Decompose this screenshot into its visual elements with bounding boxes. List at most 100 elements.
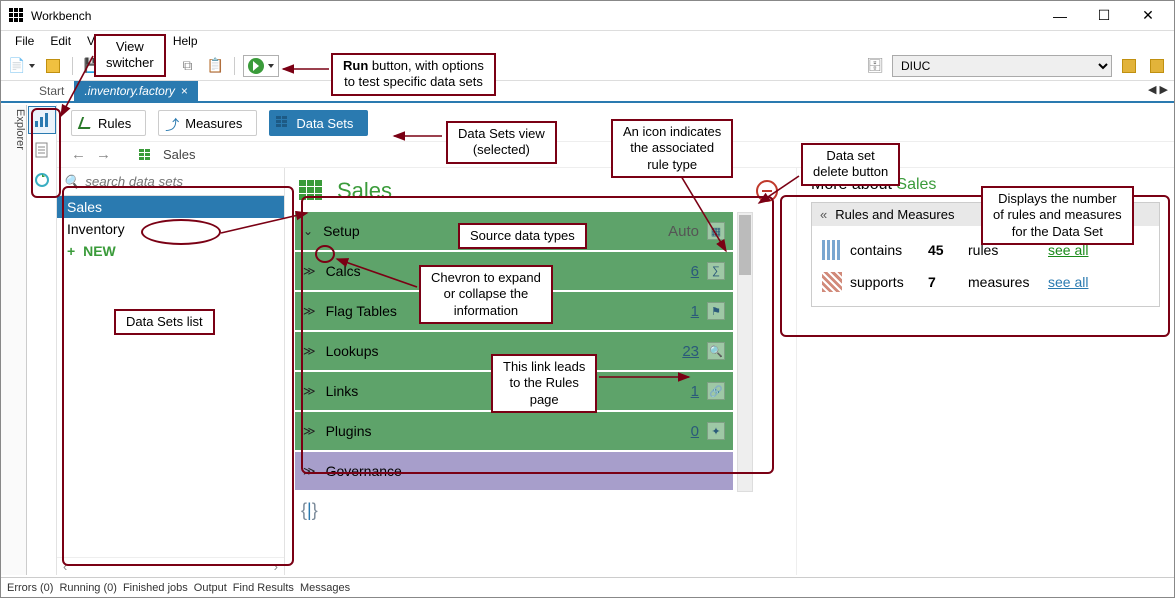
section-name: Plugins — [326, 423, 691, 439]
section-count-link[interactable]: 1 — [691, 383, 699, 400]
minus-icon — [762, 190, 772, 192]
tab-start[interactable]: Start — [29, 81, 74, 101]
back-button[interactable]: ← — [71, 146, 86, 163]
callout-rule-type-icon: An icon indicates the associated rule ty… — [611, 119, 733, 178]
rules-view-button[interactable]: Rules — [71, 110, 146, 136]
callout-datasets-list: Data Sets list — [114, 309, 215, 335]
section-row[interactable]: ≫Plugins0✦ — [295, 412, 733, 450]
callout-run-button: Run button, with optionsto test specific… — [331, 53, 496, 96]
list-item[interactable]: + NEW — [57, 240, 284, 262]
dataset-grid-icon — [299, 180, 325, 202]
editor-tab-row: Start .inventory.factory × ◀ ▶ — [1, 81, 1174, 103]
see-all-link[interactable]: see all — [1048, 274, 1088, 290]
status-errors[interactable]: Errors (0) — [7, 582, 53, 594]
document-icon — [34, 142, 50, 158]
minimize-button[interactable]: — — [1038, 1, 1082, 31]
open-folder-button[interactable] — [42, 55, 64, 77]
chevron-icon[interactable]: ≫ — [303, 384, 316, 398]
datasets-list-panel: 🔍 SalesInventory+ NEW ‹› — [57, 168, 285, 575]
app-icon — [9, 8, 25, 24]
rm-kind: measures — [968, 274, 1040, 290]
chevron-icon[interactable]: ≫ — [303, 424, 316, 438]
menu-file[interactable]: File — [7, 32, 42, 50]
menu-help[interactable]: Help — [165, 32, 206, 50]
chevron-icon[interactable]: ≫ — [303, 264, 316, 278]
close-tab-icon[interactable]: × — [181, 84, 188, 98]
delete-dataset-button[interactable] — [756, 180, 778, 202]
flag-icon: ⚑ — [707, 302, 725, 320]
close-window-button[interactable]: ✕ — [1126, 1, 1170, 31]
measures-icon — [165, 115, 181, 131]
copy-button[interactable]: ⧉ — [176, 55, 198, 77]
section-count-link[interactable]: 23 — [682, 343, 699, 360]
tab-scroll-arrows[interactable]: ◀ ▶ — [1148, 83, 1168, 96]
measures-view-label: Measures — [185, 116, 242, 131]
status-running[interactable]: Running (0) — [59, 582, 116, 594]
callout-source-types: Source data types — [458, 223, 587, 249]
plus-icon: + — [67, 243, 75, 259]
measures-view-button[interactable]: Measures — [158, 110, 257, 136]
maximize-button[interactable]: ☐ — [1082, 1, 1126, 31]
section-count-link[interactable]: 1 — [691, 303, 699, 320]
list-hscrollbar[interactable]: ‹› — [57, 557, 284, 575]
link-icon: 🔗 — [707, 382, 725, 400]
dataset-title: Sales — [337, 178, 392, 204]
rules-icon — [78, 117, 94, 129]
callout-datasets-view: Data Sets view (selected) — [446, 121, 557, 164]
connect-db-button[interactable] — [1118, 55, 1140, 77]
chevron-icon[interactable]: ≫ — [303, 464, 316, 478]
list-item[interactable]: Sales — [57, 196, 284, 218]
list-item[interactable]: Inventory — [57, 218, 284, 240]
view-switcher — [27, 105, 57, 575]
paste-button[interactable]: 📋 — [204, 55, 226, 77]
refresh-db-button[interactable] — [1146, 55, 1168, 77]
chevron-icon[interactable]: ≫ — [303, 344, 316, 358]
view-switcher-chart[interactable] — [28, 106, 56, 134]
panel-title: Rules and Measures — [835, 207, 954, 222]
section-row[interactable]: ≫ Governance — [295, 452, 733, 490]
rm-count: 45 — [928, 242, 960, 258]
new-doc-button[interactable]: 📄 — [7, 55, 36, 77]
menu-edit[interactable]: Edit — [42, 32, 79, 50]
bar-chart-icon — [34, 112, 50, 128]
section-auto-label: Auto — [668, 223, 699, 240]
search-field[interactable] — [85, 174, 278, 189]
section-count-link[interactable]: 6 — [691, 263, 699, 280]
database-select[interactable]: DIUC — [892, 55, 1112, 77]
status-bar: Errors (0) Running (0) Finished jobs Out… — [1, 577, 1174, 597]
status-messages[interactable]: Messages — [300, 582, 350, 594]
datasets-view-label: Data Sets — [296, 116, 353, 131]
window-titlebar: Workbench — ☐ ✕ — [1, 1, 1174, 31]
rm-count: 7 — [928, 274, 960, 290]
sections-scrollbar[interactable] — [737, 212, 753, 492]
explorer-panel-label[interactable]: Explorer — [1, 105, 27, 575]
status-output[interactable]: Output — [194, 582, 227, 594]
code-placeholder: {|} — [295, 492, 796, 529]
view-switcher-doc[interactable] — [28, 136, 56, 164]
collapse-icon[interactable]: « — [820, 207, 827, 222]
datasets-view-button[interactable]: Data Sets — [269, 110, 368, 136]
play-icon — [248, 58, 264, 74]
callout-link-rules: This link leads to the Rules page — [491, 354, 597, 413]
status-find[interactable]: Find Results — [233, 582, 294, 594]
search-datasets-input[interactable]: 🔍 — [57, 168, 284, 196]
datasets-icon — [276, 116, 292, 132]
tab-inventory-factory[interactable]: .inventory.factory × — [74, 81, 198, 101]
run-dropdown-caret[interactable] — [268, 64, 274, 68]
chevron-icon[interactable]: ⌄ — [303, 224, 313, 238]
forward-button[interactable]: → — [96, 146, 111, 163]
section-name: Governance — [326, 463, 725, 479]
sections-container: ⌄SetupAuto▦≫Calcs6∑≫Flag Tables1⚑≫Lookup… — [295, 212, 733, 492]
run-button[interactable] — [243, 55, 279, 77]
view-switcher-refresh[interactable] — [28, 166, 56, 194]
section-count-link[interactable]: 0 — [691, 423, 699, 440]
main-area: Explorer Rules Measures Data Sets ← → Sa… — [1, 105, 1174, 575]
calc-icon: ∑ — [707, 262, 725, 280]
chevron-icon[interactable]: ≫ — [303, 304, 316, 318]
status-finished[interactable]: Finished jobs — [123, 582, 188, 594]
grid-icon — [139, 149, 153, 161]
breadcrumb[interactable]: Sales — [163, 147, 196, 162]
refresh-icon — [34, 172, 50, 188]
lookup-icon: 🔍 — [707, 342, 725, 360]
callout-number-rules-measures: Displays the number of rules and measure… — [981, 186, 1134, 245]
